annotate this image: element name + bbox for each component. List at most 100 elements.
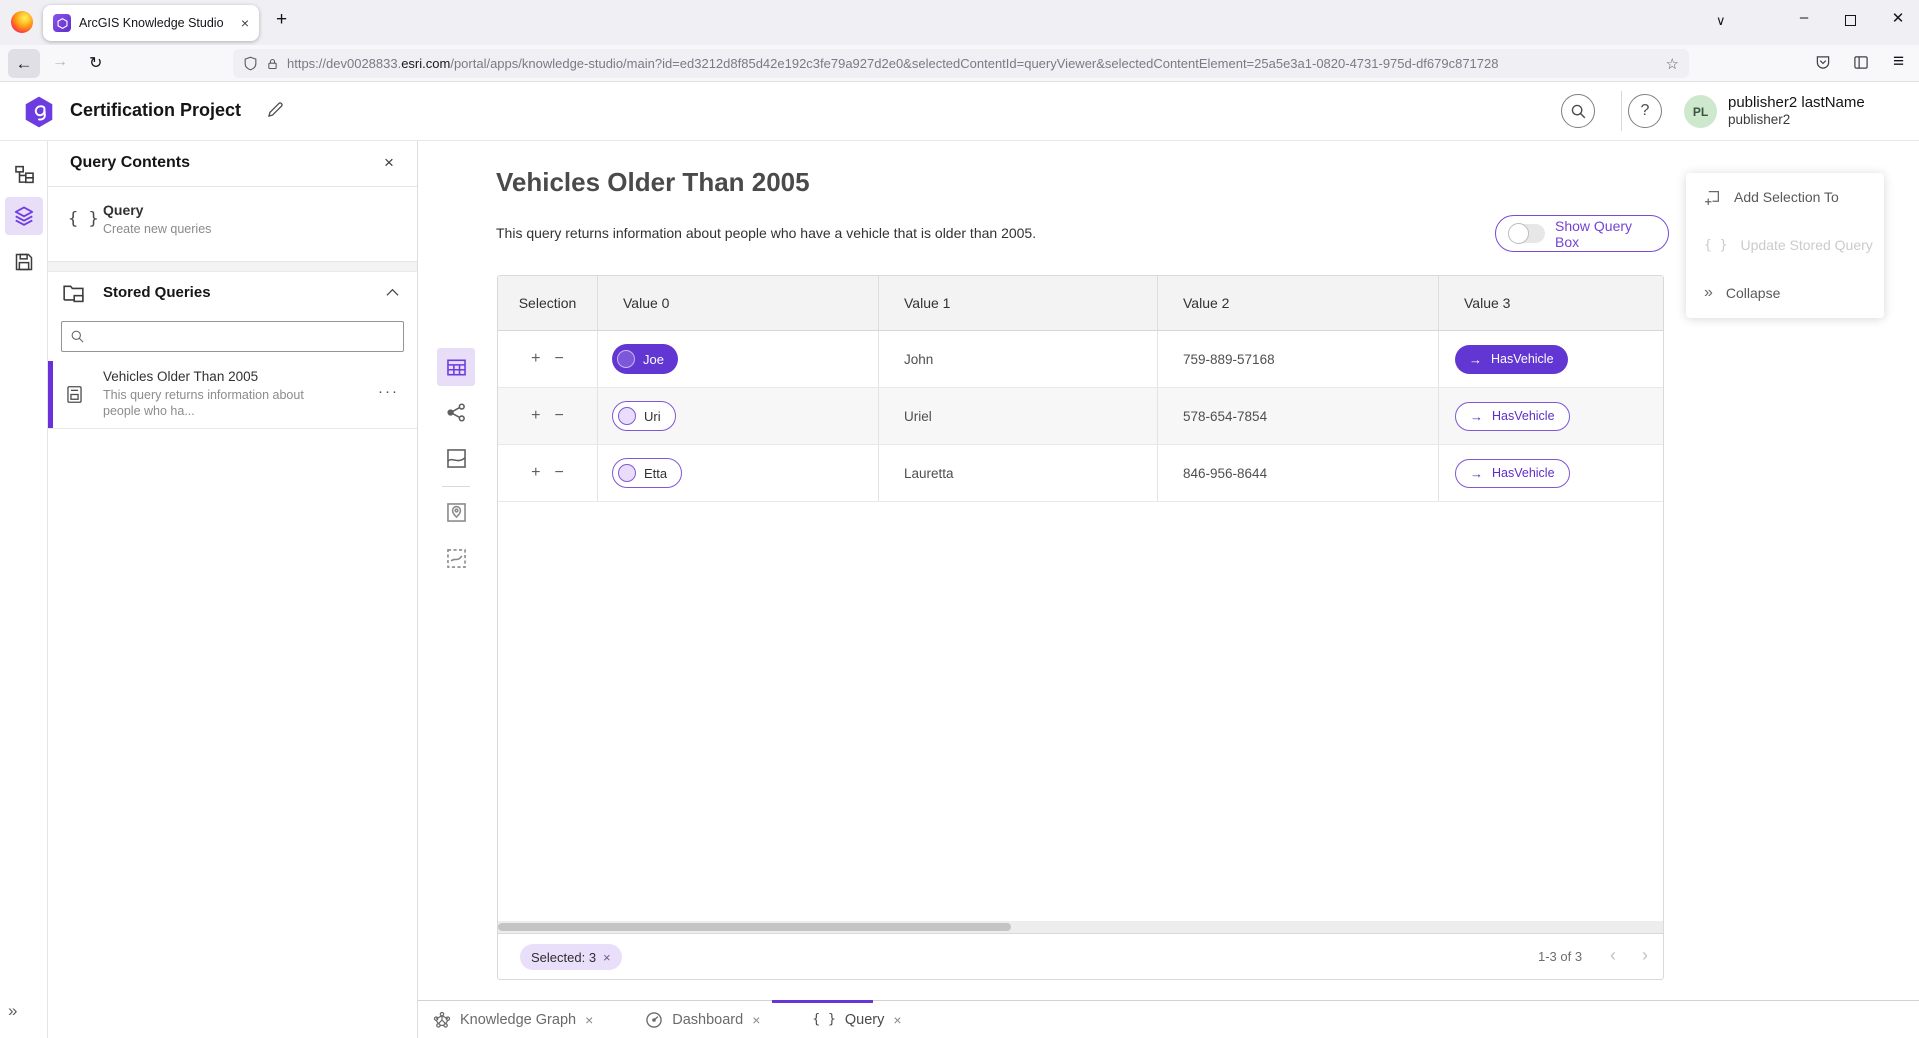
next-page-icon[interactable]: ›: [1642, 945, 1648, 966]
toolbar-divider: [442, 486, 470, 487]
remove-from-selection-icon[interactable]: −: [555, 407, 564, 425]
section-gap: [48, 262, 417, 272]
table-view-button[interactable]: [437, 348, 475, 386]
item-options-icon[interactable]: ···: [378, 383, 399, 400]
user-username: publisher2: [1728, 112, 1790, 127]
new-map-button[interactable]: [437, 493, 475, 531]
stored-queries-header[interactable]: Stored Queries: [48, 272, 417, 316]
cell-value1: Lauretta: [879, 445, 1158, 501]
show-query-box-toggle[interactable]: Show Query Box: [1495, 215, 1669, 252]
hamburger-menu-icon[interactable]: ≡: [1893, 51, 1904, 73]
pocket-icon[interactable]: [1815, 55, 1831, 70]
selection-context-menu: Add Selection To { } Update Stored Query…: [1686, 173, 1884, 318]
help-button[interactable]: ?: [1628, 94, 1662, 128]
close-tab-icon[interactable]: ×: [585, 1012, 593, 1028]
double-chevron-right-icon: »: [1704, 284, 1713, 302]
data-model-button[interactable]: [5, 155, 43, 193]
horizontal-scrollbar[interactable]: [498, 921, 1663, 933]
save-button[interactable]: [5, 243, 43, 281]
query-item[interactable]: { } Query Create new queries: [48, 187, 417, 262]
cell-value2: 578-654-7854: [1158, 388, 1439, 444]
link-chart-button[interactable]: [437, 393, 475, 431]
active-tab-indicator: [772, 1000, 873, 1003]
close-tab-icon[interactable]: ×: [752, 1012, 760, 1028]
selected-count-chip[interactable]: Selected: 3 ×: [520, 944, 622, 970]
add-to-selection-icon[interactable]: +: [531, 464, 540, 482]
column-header-value2: Value 2: [1158, 276, 1439, 330]
sidebar-icon[interactable]: [1853, 55, 1869, 70]
entity-pill[interactable]: Etta: [612, 458, 682, 488]
window-minimize-icon[interactable]: –: [1791, 9, 1817, 26]
table-footer: Selected: 3 × 1-3 of 3 ‹ ›: [498, 933, 1663, 979]
stored-queries-search-input[interactable]: [93, 329, 395, 344]
braces-icon: { }: [68, 209, 99, 229]
panel-header: Query Contents ×: [48, 141, 417, 187]
user-avatar[interactable]: PL: [1684, 95, 1717, 128]
entity-pill[interactable]: Joe: [612, 344, 678, 374]
project-title: Certification Project: [70, 100, 241, 121]
close-tab-icon[interactable]: ×: [893, 1012, 901, 1028]
panel-title: Query Contents: [70, 154, 190, 172]
toggle-track[interactable]: [1508, 224, 1545, 243]
browser-window: ArcGIS Knowledge Studio × + ∨ – ✕ ← → ↻ …: [0, 0, 1919, 1038]
tab-dashboard[interactable]: Dashboard ×: [630, 1001, 775, 1038]
firefox-icon[interactable]: [11, 11, 33, 33]
bookmark-star-icon[interactable]: ☆: [1666, 55, 1679, 73]
entity-pill[interactable]: Uri: [612, 401, 676, 431]
tab-query[interactable]: { } Query ×: [797, 1001, 916, 1038]
arrow-right-icon: →: [1469, 352, 1482, 367]
clear-selection-icon[interactable]: ×: [603, 950, 611, 965]
table-row[interactable]: + − Joe John 759-889-57168 → HasVehicle: [498, 331, 1663, 388]
user-name: publisher2 lastName: [1728, 94, 1865, 111]
add-to-selection-icon[interactable]: +: [531, 407, 540, 425]
arcgis-favicon-icon: [53, 14, 71, 32]
browser-tab-strip: ArcGIS Knowledge Studio × + ∨ – ✕: [0, 0, 1919, 45]
tab-knowledge-graph[interactable]: Knowledge Graph ×: [418, 1001, 608, 1038]
window-maximize-icon[interactable]: [1845, 15, 1856, 26]
tab-list-chevron-icon[interactable]: ∨: [1716, 13, 1726, 29]
menu-item-update-stored-query[interactable]: { } Update Stored Query: [1686, 221, 1884, 269]
relationship-pill[interactable]: → HasVehicle: [1455, 459, 1570, 488]
menu-item-collapse[interactable]: » Collapse: [1686, 269, 1884, 317]
cell-value2: 846-956-8644: [1158, 445, 1439, 501]
left-rail: »: [0, 141, 48, 1038]
scrollbar-thumb[interactable]: [498, 923, 1011, 931]
previous-page-icon[interactable]: ‹: [1610, 945, 1616, 966]
menu-item-add-selection-to[interactable]: Add Selection To: [1686, 173, 1884, 221]
panel-close-icon[interactable]: ×: [384, 153, 394, 173]
chevron-up-icon[interactable]: [386, 288, 399, 297]
lock-icon[interactable]: [266, 57, 279, 71]
query-contents-panel: Query Contents × { } Query Create new qu…: [48, 141, 418, 1038]
cell-value2: 759-889-57168: [1158, 331, 1439, 387]
column-header-selection: Selection: [498, 276, 598, 330]
new-tab-icon[interactable]: +: [276, 9, 287, 31]
table-row[interactable]: + − Etta Lauretta 846-956-8644 → HasVehi…: [498, 445, 1663, 502]
cell-value1: John: [879, 331, 1158, 387]
browser-tab[interactable]: ArcGIS Knowledge Studio ×: [43, 5, 259, 41]
stored-queries-search[interactable]: [61, 321, 404, 352]
show-query-box-label: Show Query Box: [1555, 218, 1656, 250]
relationship-pill[interactable]: → HasVehicle: [1455, 345, 1568, 374]
toggle-knob: [1508, 223, 1529, 244]
tracking-shield-icon[interactable]: [243, 56, 258, 71]
stored-query-list-item[interactable]: Vehicles Older Than 2005 This query retu…: [48, 361, 417, 429]
knowledge-graph-icon: [433, 1011, 451, 1029]
forward-button[interactable]: →: [52, 53, 68, 71]
window-close-icon[interactable]: ✕: [1885, 9, 1911, 27]
search-button[interactable]: [1561, 94, 1595, 128]
expand-rail-icon[interactable]: »: [8, 1001, 17, 1021]
braces-icon: { }: [812, 1012, 835, 1027]
remove-from-selection-icon[interactable]: −: [555, 350, 564, 368]
remove-from-selection-icon[interactable]: −: [555, 464, 564, 482]
layers-button[interactable]: [5, 197, 43, 235]
tab-close-icon[interactable]: ×: [241, 15, 249, 31]
map-view-button[interactable]: [437, 439, 475, 477]
back-button[interactable]: ←: [8, 49, 40, 78]
relationship-pill[interactable]: → HasVehicle: [1455, 402, 1570, 431]
table-row[interactable]: + − Uri Uriel 578-654-7854 → HasVehicle: [498, 388, 1663, 445]
selection-tools-button[interactable]: [437, 539, 475, 577]
add-to-selection-icon[interactable]: +: [531, 350, 540, 368]
edit-title-icon[interactable]: [266, 100, 285, 119]
url-bar[interactable]: https://dev0028833.esri.com/portal/apps/…: [233, 49, 1689, 78]
reload-button[interactable]: ↻: [89, 53, 102, 73]
